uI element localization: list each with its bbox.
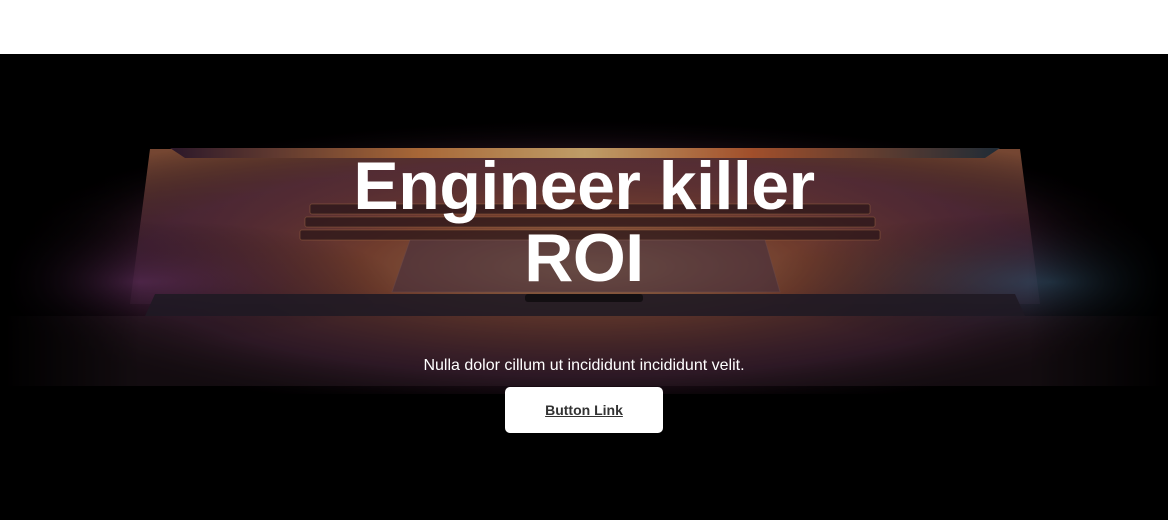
hero-button-link[interactable]: Button Link <box>505 387 663 433</box>
hero-title: Engineer killer ROI <box>0 150 1168 294</box>
hero-title-line-2: ROI <box>524 220 644 296</box>
hero-title-line-1: Engineer killer <box>353 148 815 224</box>
hero-section: Engineer killer ROI Nulla dolor cillum u… <box>0 54 1168 520</box>
top-bar <box>0 0 1168 54</box>
hero-subtitle: Nulla dolor cillum ut incididunt incidid… <box>423 357 745 374</box>
